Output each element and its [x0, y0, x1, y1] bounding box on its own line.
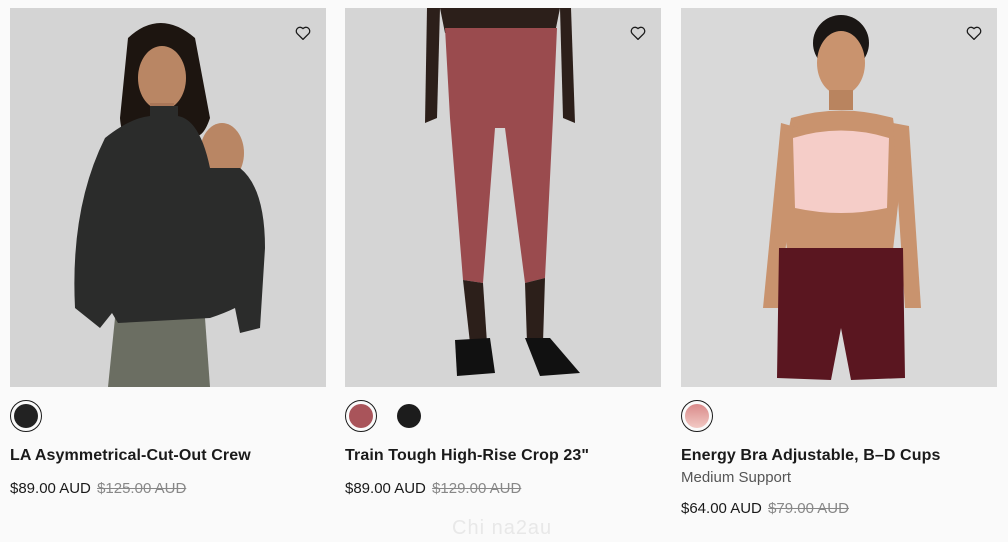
product-subtitle: Medium Support	[681, 469, 792, 486]
product-price: $64.00 AUD $79.00 AUD	[681, 500, 997, 518]
heart-icon[interactable]	[294, 24, 312, 42]
heart-icon[interactable]	[629, 24, 647, 42]
product-price: $89.00 AUD $125.00 AUD	[10, 480, 326, 498]
original-price: $125.00 AUD	[97, 480, 187, 497]
color-swatches	[10, 400, 326, 432]
sale-price: $89.00 AUD	[10, 480, 91, 497]
color-swatches	[681, 400, 997, 432]
swatch-color-black	[397, 404, 421, 428]
swatch-color-pink	[685, 404, 709, 428]
product-card[interactable]: LA Asymmetrical-Cut-Out Crew $89.00 AUD …	[10, 8, 326, 498]
product-image[interactable]	[345, 8, 661, 387]
color-swatches	[345, 400, 661, 432]
color-swatch[interactable]	[345, 400, 377, 432]
color-swatch[interactable]	[681, 400, 713, 432]
product-price: $89.00 AUD $129.00 AUD	[345, 480, 661, 498]
sale-price: $89.00 AUD	[345, 480, 426, 497]
product-name[interactable]: LA Asymmetrical-Cut-Out Crew	[10, 446, 326, 466]
swatch-color-red	[349, 404, 373, 428]
product-grid: LA Asymmetrical-Cut-Out Crew $89.00 AUD …	[0, 0, 1008, 542]
color-swatch[interactable]	[10, 400, 42, 432]
product-name[interactable]: Train Tough High-Rise Crop 23"	[345, 446, 661, 466]
heart-icon[interactable]	[965, 24, 983, 42]
original-price: $129.00 AUD	[432, 480, 522, 497]
swatch-color-black	[14, 404, 38, 428]
product-photo-crew	[10, 8, 326, 387]
product-image[interactable]	[10, 8, 326, 387]
product-card[interactable]: Energy Bra Adjustable, B–D Cups Medium S…	[681, 8, 997, 518]
watermark: Chi na2au	[452, 517, 553, 539]
product-photo-bra	[681, 8, 997, 387]
product-name[interactable]: Energy Bra Adjustable, B–D Cups	[681, 446, 997, 466]
sale-price: $64.00 AUD	[681, 500, 762, 517]
color-swatch[interactable]	[393, 400, 425, 432]
product-photo-leggings	[345, 8, 661, 387]
product-image[interactable]	[681, 8, 997, 387]
product-card[interactable]: Train Tough High-Rise Crop 23" $89.00 AU…	[345, 8, 661, 498]
original-price: $79.00 AUD	[768, 500, 849, 517]
